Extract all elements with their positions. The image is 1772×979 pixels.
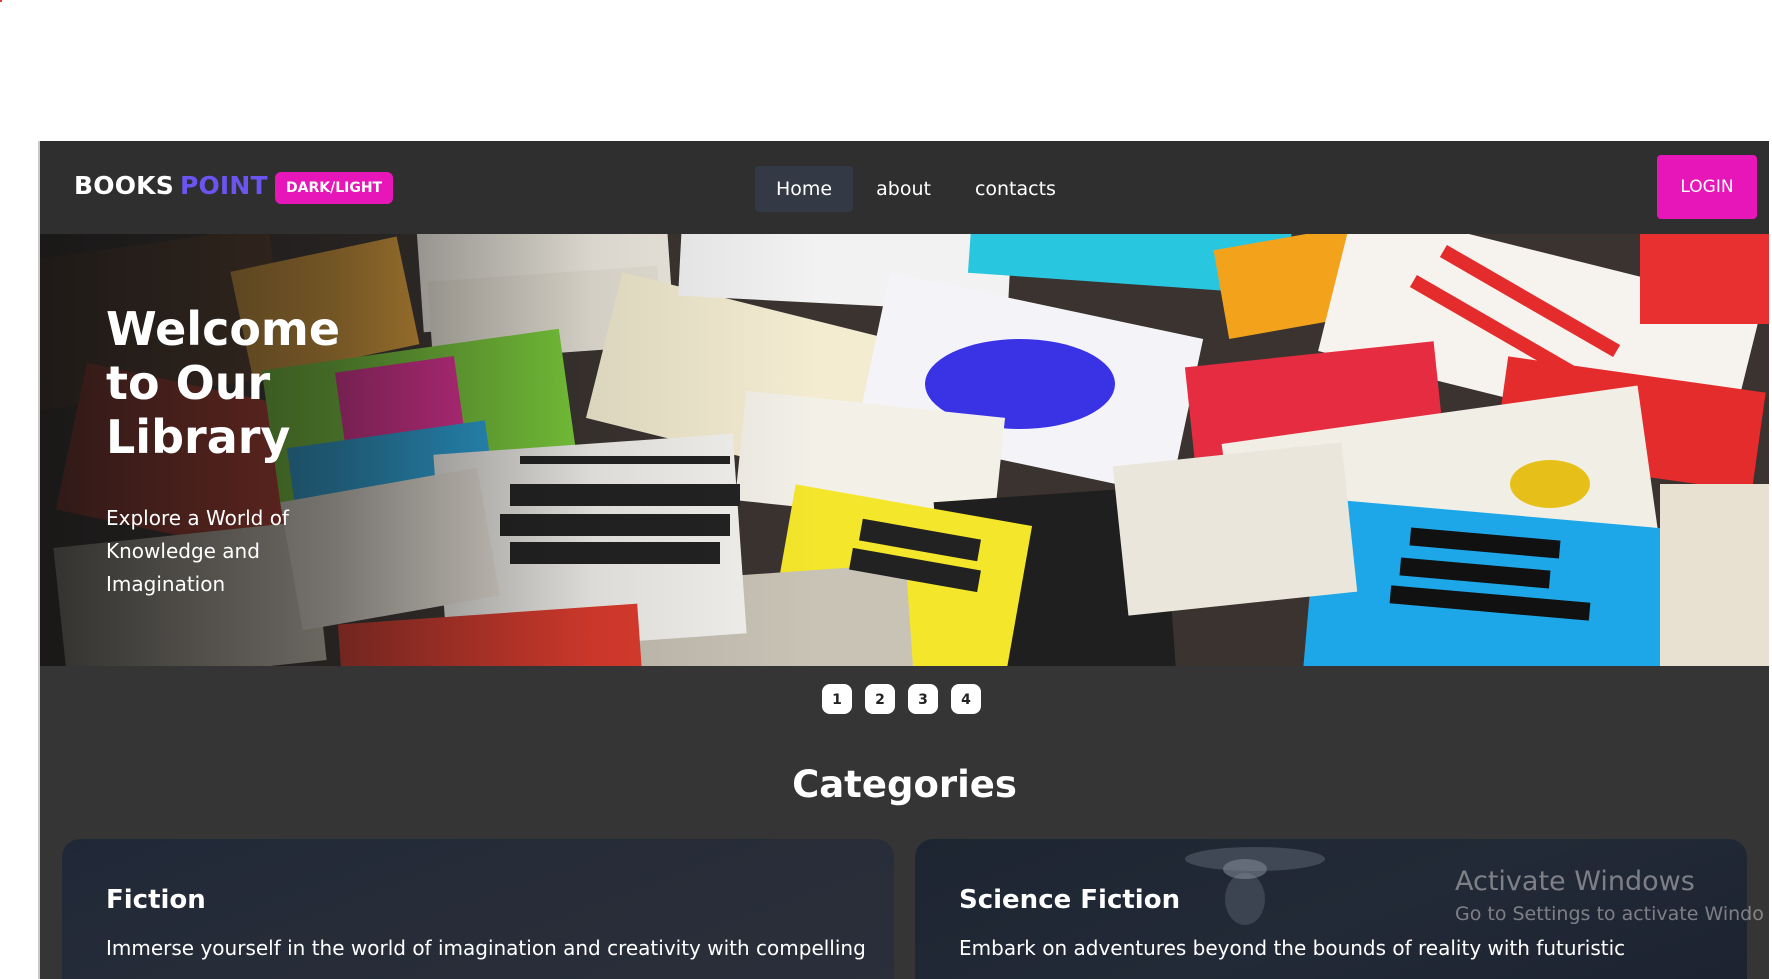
carousel-page-2[interactable]: 2 [865,684,895,714]
watermark-subtitle: Go to Settings to activate Windo [1455,903,1764,925]
page-frame: BOOKS POINT DARK/LIGHT Home about contact… [40,141,1769,979]
category-card-fiction[interactable]: Fiction Immerse yourself in the world of… [62,839,894,979]
nav-link-about[interactable]: about [855,166,952,212]
brand-accent: POINT [179,171,268,200]
windows-activation-watermark: Activate Windows Go to Settings to activ… [1455,866,1764,925]
carousel-page-3[interactable]: 3 [908,684,938,714]
hero-title: Welcome to Our Library [106,302,341,464]
category-card-title: Science Fiction [959,885,1181,915]
navbar: BOOKS POINT DARK/LIGHT Home about contact… [40,141,1769,234]
brand-main: BOOKS [74,171,174,200]
ufo-illustration [1185,847,1325,925]
category-card-description: Immerse yourself in the world of imagina… [106,936,866,960]
nav-link-home[interactable]: Home [755,166,854,212]
carousel-pagination: 1 2 3 4 [822,684,994,714]
theme-toggle-button[interactable]: DARK/LIGHT [275,172,394,204]
watermark-title: Activate Windows [1455,866,1695,897]
nav-links: Home about contacts [755,166,1079,212]
category-card-description: Embark on adventures beyond the bounds o… [959,936,1626,960]
login-button[interactable]: LOGIN [1657,155,1757,219]
hero-carousel: Welcome to Our Library Explore a World o… [40,234,1769,666]
carousel-page-4[interactable]: 4 [951,684,981,714]
corner-artifact [0,0,2,2]
hero-subtitle: Explore a World of Knowledge and Imagina… [106,506,289,596]
nav-link-contacts[interactable]: contacts [954,166,1077,212]
carousel-page-1[interactable]: 1 [822,684,852,714]
brand-logo[interactable]: BOOKS POINT [74,171,268,200]
category-card-title: Fiction [106,885,206,915]
categories-heading: Categories [792,763,1017,806]
